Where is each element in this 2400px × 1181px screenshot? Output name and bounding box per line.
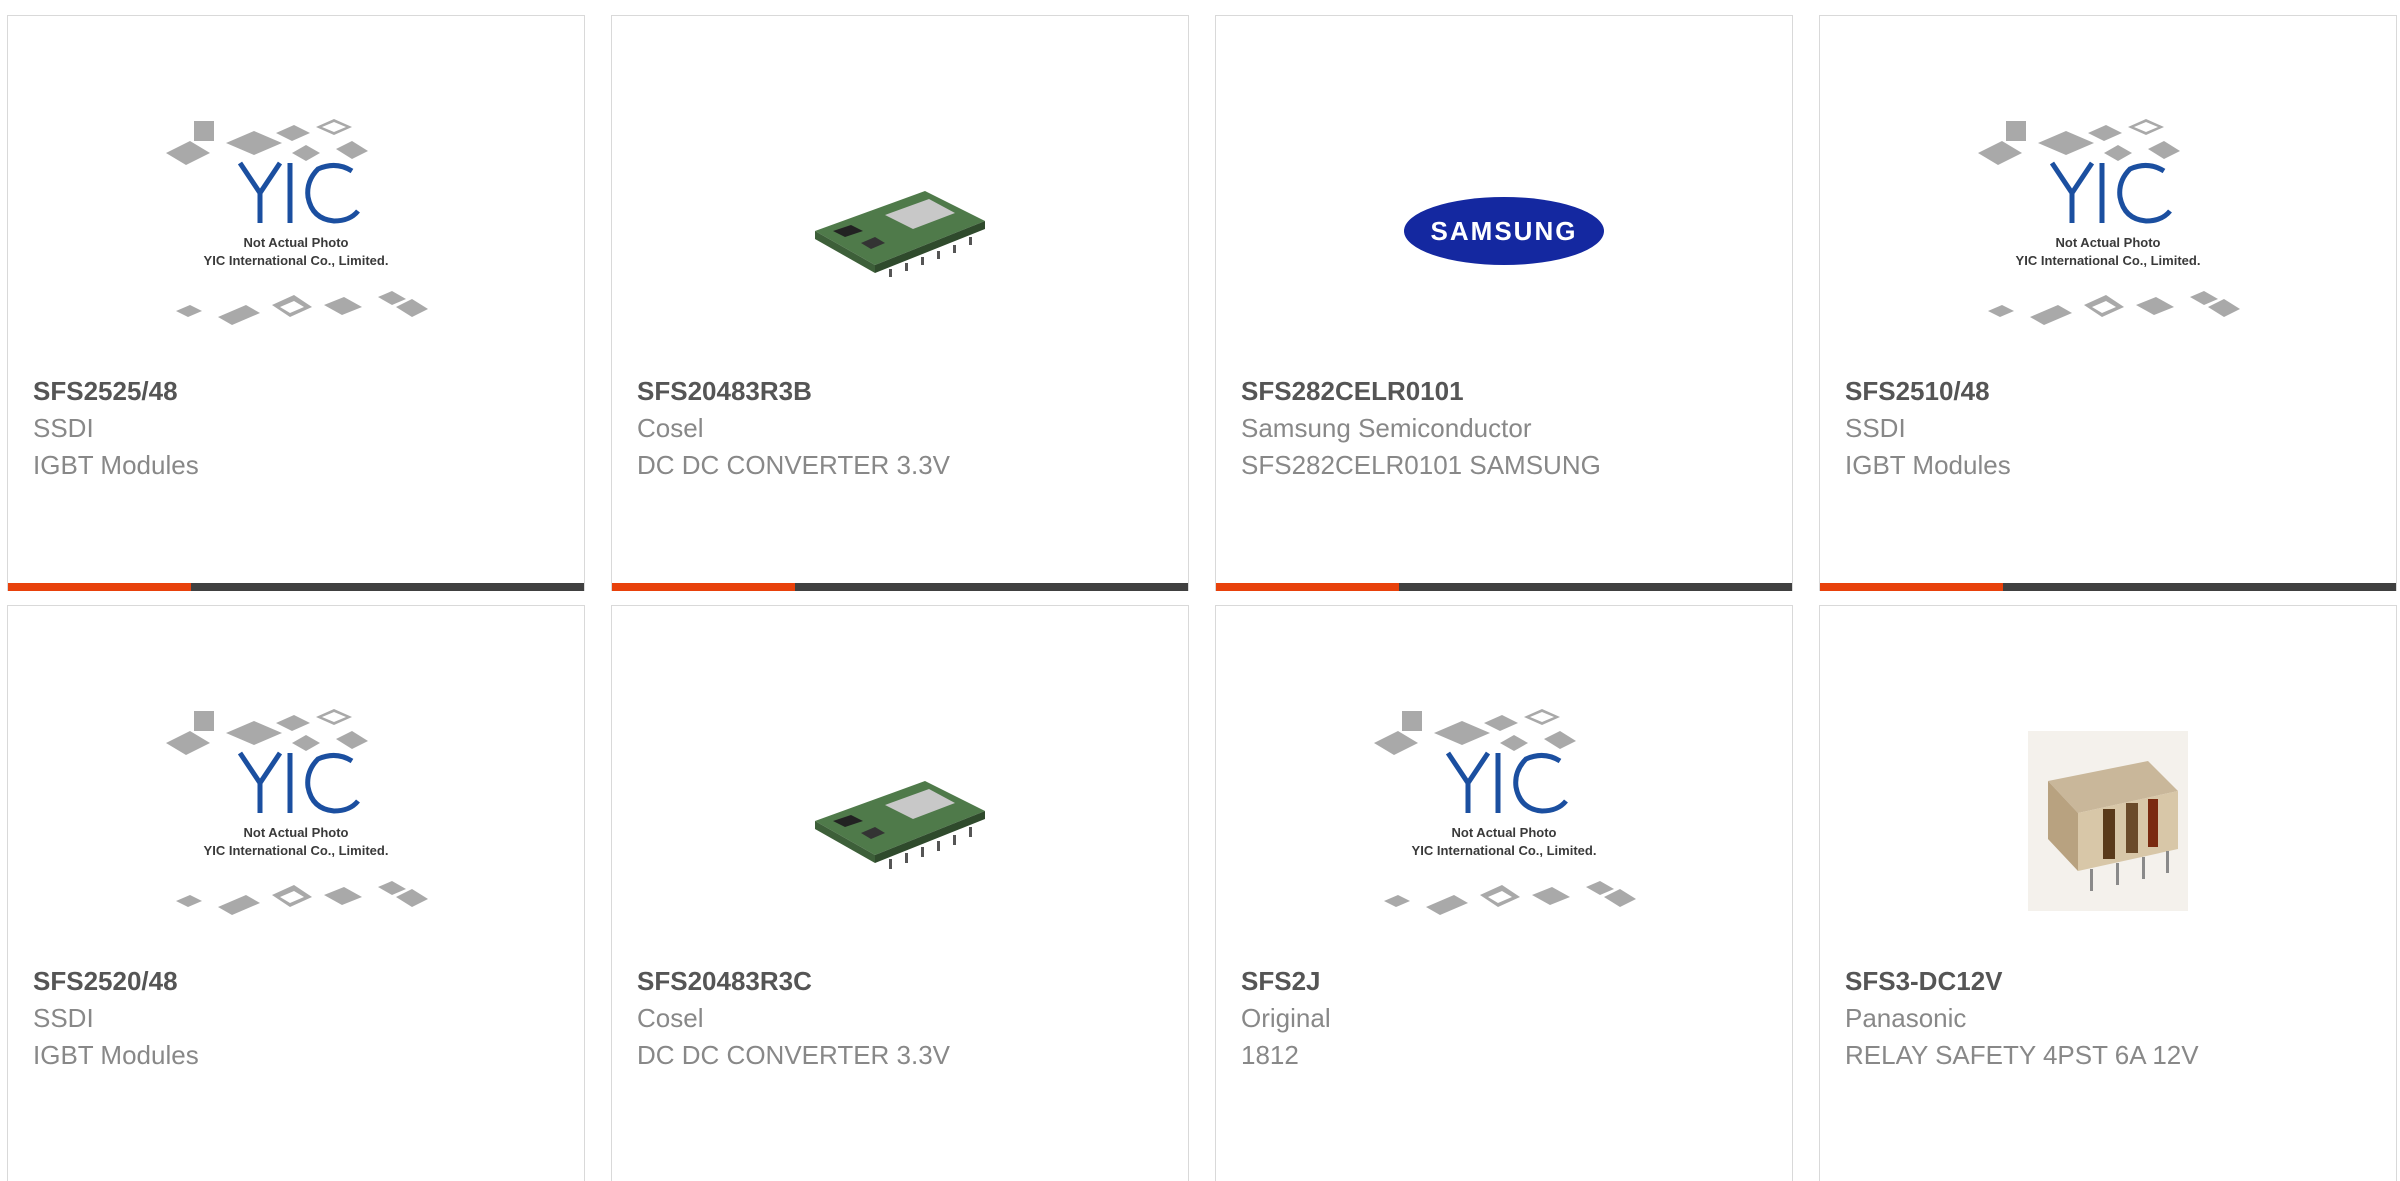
- description: RELAY SAFETY 4PST 6A 12V: [1845, 1040, 2199, 1070]
- svg-text:SAMSUNG: SAMSUNG: [1431, 216, 1578, 246]
- svg-text:YIC International Co., Limited: YIC International Co., Limited.: [204, 253, 389, 268]
- manufacturer: Samsung Semiconductor: [1241, 413, 1532, 443]
- pcb-module-icon: [815, 191, 985, 277]
- part-number[interactable]: SFS20483R3B: [637, 372, 1178, 410]
- product-image: Not Actual Photo YIC International Co., …: [1216, 681, 1792, 961]
- product-image: Not Actual Photo YIC International Co., …: [8, 681, 584, 961]
- description: IGBT Modules: [33, 450, 199, 480]
- caption: Not Actual Photo: [244, 235, 349, 250]
- manufacturer: Original: [1241, 1003, 1331, 1033]
- part-number[interactable]: SFS3-DC12V: [1845, 962, 2386, 1000]
- yic-placeholder-icon: Not Actual Photo YIC International Co., …: [166, 709, 428, 915]
- relay-icon: [2028, 731, 2188, 911]
- manufacturer: SSDI: [33, 1003, 94, 1033]
- product-image: [612, 91, 1188, 371]
- card-bottom-bar: [8, 583, 584, 591]
- manufacturer: SSDI: [1845, 413, 1906, 443]
- svg-text:Not Actual Photo: Not Actual Photo: [2056, 235, 2161, 250]
- product-image: [1820, 681, 2396, 961]
- svg-text:YIC International Co., Limited: YIC International Co., Limited.: [2016, 253, 2201, 268]
- description: SFS282CELR0101 SAMSUNG: [1241, 450, 1601, 480]
- card-bottom-bar: [1820, 583, 2396, 591]
- svg-text:Not Actual Photo: Not Actual Photo: [244, 825, 349, 840]
- product-image: SAMSUNG: [1216, 91, 1792, 371]
- logo-text: SAMSUNG: [1431, 216, 1578, 246]
- product-card[interactable]: SFS3-DC12V Panasonic RELAY SAFETY 4PST 6…: [1819, 605, 2397, 1181]
- description: IGBT Modules: [1845, 450, 2011, 480]
- yic-placeholder-icon: Not Actual Photo YIC International Co., …: [1374, 709, 1636, 915]
- part-number[interactable]: SFS2525/48: [33, 372, 574, 410]
- product-card[interactable]: Not Actual Photo YIC International Co., …: [1215, 605, 1793, 1181]
- pcb-module-icon: [815, 781, 985, 869]
- caption: YIC International Co., Limited.: [204, 253, 389, 268]
- product-card[interactable]: Not Actual Photo YIC International Co., …: [7, 605, 585, 1181]
- caption: YIC International Co., Limited.: [204, 843, 389, 858]
- svg-text:YIC International Co., Limited: YIC International Co., Limited.: [1412, 843, 1597, 858]
- svg-text:Not Actual Photo: Not Actual Photo: [244, 235, 349, 250]
- description: DC DC CONVERTER 3.3V: [637, 1040, 951, 1070]
- manufacturer: SSDI: [33, 413, 94, 443]
- caption: YIC International Co., Limited.: [1412, 843, 1597, 858]
- svg-text:YIC International Co., Limited: YIC International Co., Limited.: [204, 843, 389, 858]
- card-bottom-bar: [612, 583, 1188, 591]
- samsung-logo-icon: SAMSUNG: [1404, 197, 1604, 265]
- caption: Not Actual Photo: [2056, 235, 2161, 250]
- caption: YIC International Co., Limited.: [2016, 253, 2201, 268]
- manufacturer: Panasonic: [1845, 1003, 1967, 1033]
- product-card[interactable]: Not Actual Photo YIC International Co., …: [1819, 15, 2397, 591]
- part-number[interactable]: SFS2520/48: [33, 962, 574, 1000]
- caption: Not Actual Photo: [244, 825, 349, 840]
- manufacturer: Cosel: [637, 1003, 704, 1033]
- yic-placeholder-icon: Not Actual Photo YIC International Co., …: [1978, 119, 2240, 325]
- part-number[interactable]: SFS2J: [1241, 962, 1782, 1000]
- card-bottom-bar: [1216, 583, 1792, 591]
- product-image: [612, 681, 1188, 961]
- product-card[interactable]: SFS20483R3C Cosel DC DC CONVERTER 3.3V: [611, 605, 1189, 1181]
- caption: Not Actual Photo: [1452, 825, 1557, 840]
- part-number[interactable]: SFS2510/48: [1845, 372, 2386, 410]
- description: DC DC CONVERTER 3.3V: [637, 450, 951, 480]
- product-image: Not Actual Photo YIC International Co., …: [1820, 91, 2396, 371]
- product-card[interactable]: Not Actual Photo YIC International Co., …: [7, 15, 585, 591]
- description: IGBT Modules: [33, 1040, 199, 1070]
- product-card[interactable]: SFS20483R3B Cosel DC DC CONVERTER 3.3V: [611, 15, 1189, 591]
- yic-placeholder-icon: Not Actual Photo YIC International Co., …: [166, 119, 428, 325]
- part-number[interactable]: SFS282CELR0101: [1241, 372, 1782, 410]
- product-card[interactable]: SAMSUNG SFS282CELR0101 Samsung Semicondu…: [1215, 15, 1793, 591]
- product-image: Not Actual Photo YIC International Co., …: [8, 91, 584, 371]
- svg-text:Not Actual Photo: Not Actual Photo: [1452, 825, 1557, 840]
- manufacturer: Cosel: [637, 413, 704, 443]
- description: 1812: [1241, 1040, 1299, 1070]
- product-grid: Not Actual Photo YIC International Co., …: [0, 0, 2400, 1181]
- part-number[interactable]: SFS20483R3C: [637, 962, 1178, 1000]
